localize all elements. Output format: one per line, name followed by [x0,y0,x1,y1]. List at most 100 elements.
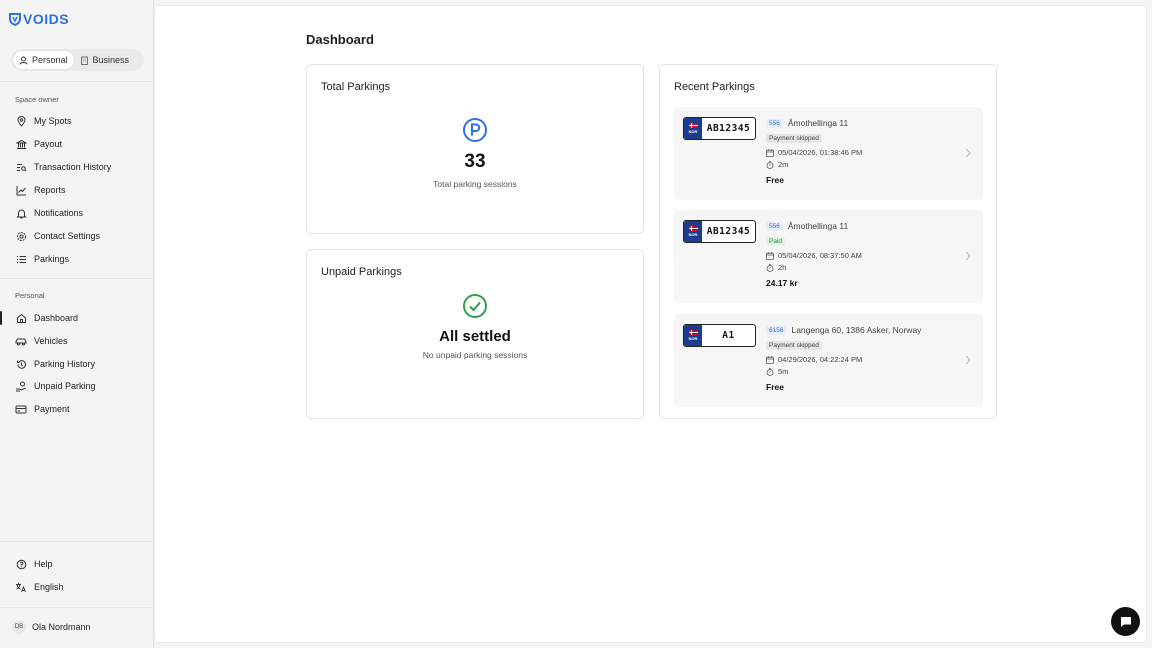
parking-address: Åmothellinga 11 [787,118,849,128]
parking-duration: 2m [766,160,862,169]
section-label-personal: Personal [15,291,45,300]
list-search-icon [15,161,27,173]
datetime-text: 04/29/2026, 04:22:24 PM [778,355,863,364]
parking-address: Åmothellinga 11 [787,221,849,231]
duration-text: 5m [778,367,789,376]
app-logo[interactable]: VOIDS [9,11,69,27]
avatar: DB [12,620,26,634]
sidebar-item-transaction-history[interactable]: Transaction History [0,157,154,177]
divider [0,541,154,542]
hand-coins-icon [15,380,27,392]
recent-parking-item[interactable]: NOR A1 6156 Langenga 60, 1386 Asker, Nor… [674,314,983,407]
sidebar-item-label: Reports [34,185,66,195]
parking-details: 556 Åmothellinga 11 Paid 05/04/2026, 08:… [766,221,862,288]
toggle-personal[interactable]: Personal [13,51,74,69]
sidebar-item-payout[interactable]: Payout [0,134,154,154]
chevron-right-icon [965,148,971,158]
total-parkings-count: 33 [464,151,486,172]
parking-datetime: 05/04/2026, 08:37:50 AM [766,251,862,260]
sidebar-item-vehicles[interactable]: Vehicles [0,331,154,351]
user-icon [19,56,28,65]
sidebar-item-label: My Spots [34,116,72,126]
sidebar-item-help[interactable]: Help [0,554,154,574]
zone-code-badge: 6156 [766,325,787,335]
status-badge: Payment skipped [766,134,822,143]
sidebar-item-label: Transaction History [34,162,112,172]
sidebar-item-unpaid-parking[interactable]: Unpaid Parking [0,376,154,396]
recent-parking-item[interactable]: NOR AB12345 556 Åmothellinga 11 Payment … [674,107,983,200]
card-title: Total Parkings [321,81,391,93]
list-icon [15,253,27,265]
recent-parkings-card: Recent Parkings NOR AB12345 556 Åmothell… [659,64,997,419]
unpaid-status-headline: All settled [439,328,511,345]
zone-code-badge: 556 [766,221,783,231]
total-parkings-summary: 33 Total parking sessions [307,117,643,189]
card-title: Recent Parkings [674,81,755,93]
datetime-text: 05/04/2026, 01:38:46 PM [778,148,863,157]
sidebar-item-label: Unpaid Parking [34,381,96,391]
parking-icon [463,118,487,142]
main-content: Dashboard Total Parkings 33 Total parkin… [154,5,1147,643]
norway-flag-icon: NOR [684,118,702,139]
norway-flag-icon: NOR [684,221,702,242]
card-title: Unpaid Parkings [321,266,402,278]
sidebar-item-payment[interactable]: Payment [0,399,154,419]
user-profile[interactable]: DB Ola Nordmann [12,620,91,634]
parking-duration: 5m [766,367,921,376]
sidebar-item-parking-history[interactable]: Parking History [0,354,154,374]
duration-text: 2h [778,263,787,272]
license-plate: NOR A1 [683,324,756,347]
unpaid-parkings-summary: All settled No unpaid parking sessions [307,293,643,360]
parking-price: Free [766,175,784,185]
sidebar-item-reports[interactable]: Reports [0,180,154,200]
language-icon [15,581,27,593]
norway-flag-icon: NOR [684,325,702,346]
timer-icon [766,160,774,169]
chevron-right-icon [965,355,971,365]
sidebar-item-label: Parking History [34,359,96,369]
parking-duration: 2h [766,263,862,272]
chevron-right-icon [965,251,971,261]
datetime-text: 05/04/2026, 08:37:50 AM [778,251,862,260]
unpaid-parkings-card: Unpaid Parkings All settled No unpaid pa… [306,249,644,419]
settings-icon [15,230,27,242]
section-label-space-owner: Space owner [15,95,59,104]
parking-details: 6156 Langenga 60, 1386 Asker, Norway Pay… [766,325,921,392]
status-badge: Payment skipped [766,341,822,350]
sidebar-item-label: Payout [34,139,63,149]
sidebar-item-my-spots[interactable]: My Spots [0,111,154,131]
credit-card-icon [15,403,27,415]
parking-details: 556 Åmothellinga 11 Payment skipped 05/0… [766,118,862,185]
history-icon [15,358,27,370]
bell-icon [15,207,27,219]
sidebar-item-parkings[interactable]: Parkings [0,249,154,269]
plate-country: NOR [688,336,698,341]
calendar-icon [766,355,774,364]
sidebar-item-notifications[interactable]: Notifications [0,203,154,223]
divider [0,81,154,82]
sidebar-item-label: English [34,582,64,592]
duration-text: 2m [778,160,789,169]
plate-country: NOR [688,232,698,237]
sidebar-item-label: Dashboard [34,313,79,323]
sidebar-item-dashboard[interactable]: Dashboard [0,308,154,328]
recent-parking-item[interactable]: NOR AB12345 556 Åmothellinga 11 Paid 05/… [674,210,983,303]
plate-number: AB12345 [706,226,751,237]
chat-support-button[interactable] [1111,607,1140,636]
sidebar-item-language[interactable]: English [0,577,154,597]
divider [0,607,154,608]
total-parkings-card: Total Parkings 33 Total parking sessions [306,64,644,234]
license-plate: NOR AB12345 [683,117,756,140]
building-icon [80,56,88,65]
sidebar-item-label: Notifications [34,208,84,218]
toggle-business[interactable]: Business [74,51,136,69]
user-name: Ola Nordmann [32,622,91,632]
sidebar: VOIDS Personal Business Space owner My S… [0,0,154,648]
sidebar-item-label: Vehicles [34,336,68,346]
sidebar-item-label: Parkings [34,254,70,264]
calendar-icon [766,148,774,157]
parking-address: Langenga 60, 1386 Asker, Norway [791,325,922,335]
sidebar-item-contact-settings[interactable]: Contact Settings [0,226,154,246]
toggle-business-label: Business [92,55,130,65]
help-circle-icon [15,558,27,570]
